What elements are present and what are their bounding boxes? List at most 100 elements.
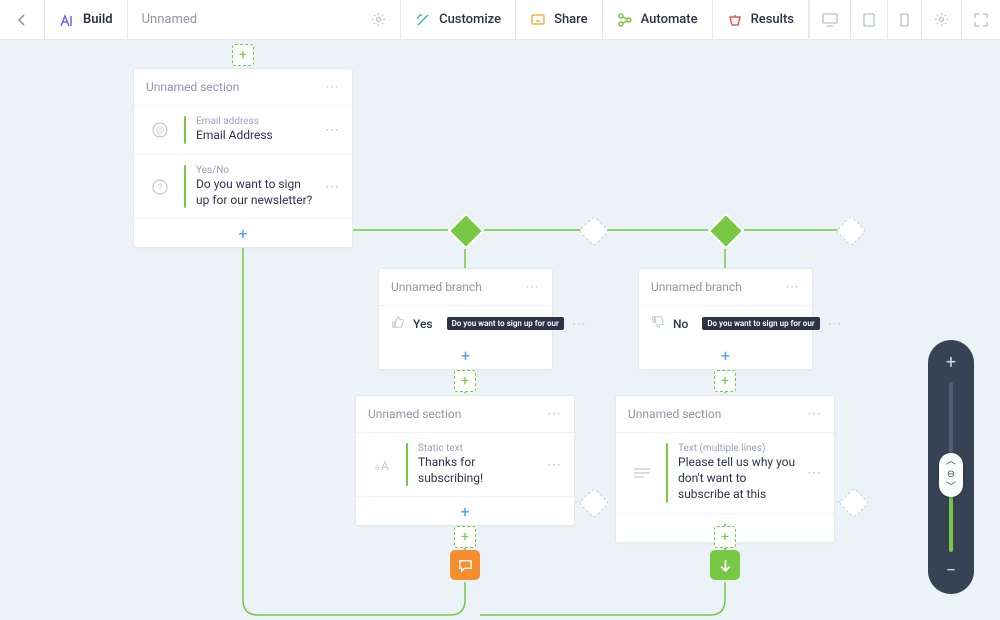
- thumbs-up-icon: [391, 314, 405, 333]
- add-field-button[interactable]: +: [356, 497, 574, 525]
- field-row-email[interactable]: @ Email address Email Address ⋯: [134, 106, 352, 155]
- condition-chip: Do you want to sign up for our: [447, 317, 564, 330]
- zoom-out-button[interactable]: −: [946, 562, 956, 580]
- field-row-multiline[interactable]: Text (multiple lines) Please tell us why…: [616, 433, 834, 514]
- tab-customize[interactable]: Customize: [401, 0, 516, 39]
- section-card-no[interactable]: Unnamed section ⋯ Text (multiple lines) …: [615, 395, 835, 543]
- branch-menu-button[interactable]: ⋯: [785, 279, 800, 295]
- section-card-root[interactable]: Unnamed section ⋯ @ Email address Email …: [133, 68, 353, 248]
- field-type-label: Text (multiple lines): [678, 443, 797, 454]
- section-menu-button[interactable]: ⋯: [325, 79, 340, 95]
- phone-icon: [900, 13, 909, 27]
- field-row-yesno[interactable]: ? Yes/No Do you want to sign up for our …: [134, 155, 352, 219]
- field-row-static[interactable]: aA Static text Thanks for subscribing! ⋯: [356, 433, 574, 497]
- field-text: Do you want to sign up for our newslette…: [196, 176, 315, 208]
- section-title: Unnamed section: [628, 407, 721, 421]
- device-tablet-button[interactable]: [850, 0, 887, 39]
- automate-icon: [617, 12, 633, 28]
- thumbs-down-icon: [651, 314, 665, 333]
- device-phone-button[interactable]: [887, 0, 921, 39]
- section-title: Unnamed section: [368, 407, 461, 421]
- field-menu-button[interactable]: ⋯: [325, 122, 340, 138]
- condition-menu-button[interactable]: ⋯: [572, 316, 587, 332]
- add-branch-button[interactable]: [835, 215, 866, 246]
- branch-title: Unnamed branch: [651, 280, 742, 294]
- tab-automate-label: Automate: [641, 12, 698, 27]
- section-header: Unnamed section ⋯: [134, 69, 352, 106]
- chevron-down-icon[interactable]: ﹀: [946, 483, 956, 493]
- zoom-reset-icon[interactable]: ⊖: [947, 470, 955, 480]
- add-branch-button[interactable]: [578, 487, 609, 518]
- branch-menu-button[interactable]: ⋯: [525, 279, 540, 295]
- field-menu-button[interactable]: ⋯: [807, 465, 822, 481]
- zoom-knob-group[interactable]: ︿ ⊖ ﹀: [939, 453, 963, 497]
- branch-answer: No: [673, 317, 688, 331]
- device-desktop-button[interactable]: [809, 0, 850, 39]
- branch-split-node[interactable]: [706, 211, 746, 251]
- settings-button[interactable]: [921, 0, 961, 39]
- svg-text:@: @: [156, 126, 164, 136]
- branch-card-yes[interactable]: Unnamed branch ⋯ Yes Do you want to sign…: [378, 268, 553, 370]
- tablet-icon: [863, 13, 875, 27]
- branch-split-node[interactable]: [446, 211, 486, 251]
- add-node-button[interactable]: +: [454, 370, 476, 392]
- add-branch-button[interactable]: [578, 215, 609, 246]
- section-header: Unnamed section ⋯: [356, 396, 574, 433]
- branch-condition-row[interactable]: Yes Do you want to sign up for our ⋯: [379, 306, 552, 341]
- section-menu-button[interactable]: ⋯: [807, 406, 822, 422]
- condition-chip: Do you want to sign up for our: [702, 317, 819, 330]
- svg-text:a: a: [375, 463, 379, 472]
- field-accent: [184, 116, 186, 144]
- branch-card-no[interactable]: Unnamed branch ⋯ No Do you want to sign …: [638, 268, 813, 370]
- svg-text:?: ?: [158, 183, 162, 193]
- tab-results-label: Results: [751, 12, 794, 27]
- tab-share-label: Share: [554, 12, 588, 27]
- flow-canvas[interactable]: Unnamed section ⋯ @ Email address Email …: [0, 40, 1000, 620]
- arrow-down-icon: [719, 559, 732, 572]
- end-node-continue[interactable]: [710, 550, 740, 580]
- add-node-button[interactable]: +: [714, 370, 736, 392]
- section-header: Unnamed section ⋯: [616, 396, 834, 433]
- zoom-slider[interactable]: ︿ ⊖ ﹀: [949, 382, 953, 552]
- top-toolbar: Build Unnamed Customize Share Automate R…: [0, 0, 1000, 40]
- form-title[interactable]: Unnamed: [142, 12, 198, 27]
- condition-menu-button[interactable]: ⋯: [828, 316, 843, 332]
- toolbar-right: [809, 0, 1000, 39]
- end-node-message[interactable]: [450, 550, 480, 580]
- field-menu-button[interactable]: ⋯: [325, 179, 340, 195]
- back-button[interactable]: [0, 0, 45, 39]
- field-text: Thanks for subscribing!: [418, 454, 537, 486]
- tab-customize-label: Customize: [439, 12, 501, 27]
- desktop-icon: [822, 13, 838, 27]
- section-menu-button[interactable]: ⋯: [547, 406, 562, 422]
- add-condition-button[interactable]: +: [379, 341, 552, 369]
- share-icon: [530, 12, 546, 28]
- branch-answer: Yes: [413, 317, 433, 331]
- form-settings-button[interactable]: [371, 12, 386, 27]
- add-field-button[interactable]: +: [134, 219, 352, 247]
- tab-results[interactable]: Results: [713, 0, 809, 39]
- zoom-in-button[interactable]: +: [946, 354, 956, 372]
- add-node-button[interactable]: +: [454, 526, 476, 548]
- add-condition-button[interactable]: +: [639, 341, 812, 369]
- fullscreen-button[interactable]: [961, 0, 1000, 39]
- add-branch-button[interactable]: [838, 487, 869, 518]
- svg-text:A: A: [381, 459, 389, 472]
- field-type-label: Static text: [418, 443, 537, 454]
- chevron-up-icon[interactable]: ︿: [946, 457, 956, 467]
- multiline-icon: [628, 459, 656, 487]
- tab-automate[interactable]: Automate: [603, 0, 713, 39]
- chevron-left-icon: [16, 14, 28, 26]
- tab-build[interactable]: Build: [45, 0, 128, 39]
- tab-share[interactable]: Share: [516, 0, 603, 39]
- field-accent: [406, 443, 408, 486]
- add-node-button[interactable]: +: [232, 44, 254, 66]
- field-type-label: Yes/No: [196, 165, 315, 176]
- section-card-yes[interactable]: Unnamed section ⋯ aA Static text Thanks …: [355, 395, 575, 526]
- wand-icon: [415, 12, 431, 28]
- build-icon: [59, 12, 75, 28]
- gear-icon: [371, 12, 386, 27]
- field-menu-button[interactable]: ⋯: [547, 457, 562, 473]
- add-node-button[interactable]: +: [714, 526, 736, 548]
- branch-condition-row[interactable]: No Do you want to sign up for our ⋯: [639, 306, 812, 341]
